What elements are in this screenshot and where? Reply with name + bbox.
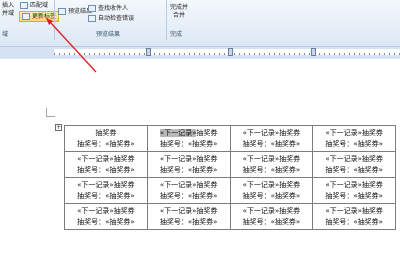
- label-title-line: «下一记录»抽奖券: [325, 180, 383, 189]
- group-label-finish: 完成: [170, 31, 183, 38]
- insert-label-line1: 插入: [1, 2, 14, 9]
- label-number-line: 抽奖号：«抽奖券»: [325, 191, 383, 200]
- label-cell[interactable]: «下一记录»抽奖券 抽奖号：«抽奖券»: [312, 151, 396, 178]
- auto-check-errors-button[interactable]: 自动检查错误: [88, 14, 134, 23]
- label-number-line: 抽奖号：«抽奖券»: [159, 217, 218, 226]
- find-recipient-icon: [88, 5, 96, 12]
- label-number-line: 抽奖号：«抽奖券»: [159, 165, 218, 174]
- label-title-line: «下一记录»抽奖券: [242, 206, 301, 215]
- selected-next-record-field[interactable]: «下一记录»: [159, 128, 197, 137]
- margin-corner-mark: [46, 108, 55, 117]
- label-number-line: 抽奖号：«抽奖券»: [77, 139, 135, 148]
- label-cell[interactable]: «下一记录»抽奖券 抽奖号：«抽奖券»: [229, 125, 314, 152]
- label-cell[interactable]: «下一记录»抽奖券 抽奖号：«抽奖券»: [229, 151, 314, 178]
- label-cell[interactable]: «下一记录»抽奖券 抽奖号：«抽奖券»: [146, 177, 231, 204]
- label-number-line: 抽奖号：«抽奖券»: [77, 165, 135, 174]
- label-cell[interactable]: 抽奖券抽奖号：«抽奖券»: [64, 125, 148, 152]
- ruler-column-marker[interactable]: [228, 48, 233, 56]
- label-title-line: «下一记录»抽奖券: [159, 206, 218, 215]
- insert-merge-field-button[interactable]: 插入 并域: [0, 2, 16, 18]
- finish-merge-line2: 合并: [172, 12, 185, 19]
- table-row: «下一记录»抽奖券 抽奖号：«抽奖券» «下一记录»抽奖券 抽奖号：«抽奖券» «下一记…: [64, 203, 396, 230]
- label-number-line: 抽奖号：«抽奖券»: [77, 191, 135, 200]
- find-recipient-button[interactable]: 查找收件人: [88, 4, 128, 13]
- match-fields-button[interactable]: 匹配域: [20, 1, 48, 10]
- label-number-line: 抽奖号：«抽奖券»: [242, 191, 301, 200]
- auto-check-errors-label: 自动检查错误: [98, 15, 135, 22]
- update-labels-button[interactable]: 更新标签: [19, 11, 60, 22]
- label-cell[interactable]: «下一记录»抽奖券 抽奖号：«抽奖券»: [64, 177, 148, 204]
- label-title-line: «下一记录»抽奖券: [325, 154, 383, 163]
- insert-label-line2: 并域: [1, 10, 14, 17]
- label-cell[interactable]: «下一记录»抽奖券 抽奖号：«抽奖券»: [146, 125, 231, 152]
- label-title-rest: 抽奖券: [196, 128, 218, 137]
- label-cell[interactable]: «下一记录»抽奖券 抽奖号：«抽奖券»: [312, 125, 396, 152]
- ruler-column-marker[interactable]: [146, 48, 151, 56]
- label-number-line: 抽奖号：«抽奖券»: [77, 217, 135, 226]
- label-title-line: «下一记录»抽奖券: [148, 128, 230, 139]
- word-window: 插入 并域 匹配域 更新标签 预览结果 查找收件人 自动检查错误 完成并 合并: [0, 0, 400, 266]
- label-title-line: «下一记录»抽奖券: [77, 154, 135, 163]
- match-fields-icon: [20, 2, 28, 9]
- label-cell[interactable]: «下一记录»抽奖券 抽奖号：«抽奖券»: [64, 203, 148, 230]
- update-labels-label: 更新标签: [32, 13, 57, 20]
- label-number-line: 抽奖号：«抽奖券»: [325, 165, 383, 174]
- label-number-line: 抽奖号：«抽奖券»: [242, 165, 301, 174]
- label-cell[interactable]: «下一记录»抽奖券 抽奖号：«抽奖券»: [312, 177, 396, 204]
- label-cell[interactable]: «下一记录»抽奖券 抽奖号：«抽奖券»: [312, 203, 396, 230]
- label-cell[interactable]: «下一记录»抽奖券 抽奖号：«抽奖券»: [146, 203, 231, 230]
- label-title-line: «下一记录»抽奖券: [77, 206, 135, 215]
- label-number-line: 抽奖号：«抽奖券»: [159, 191, 218, 200]
- preview-icon: [58, 8, 66, 15]
- ribbon: 插入 并域 匹配域 更新标签 预览结果 查找收件人 自动检查错误 完成并 合并: [0, 0, 400, 46]
- group-label-preview: 预览结果: [96, 31, 121, 38]
- label-title-line: «下一记录»抽奖券: [242, 180, 301, 189]
- label-title-line: «下一记录»抽奖券: [77, 180, 135, 189]
- label-cell[interactable]: «下一记录»抽奖券 抽奖号：«抽奖券»: [64, 151, 148, 178]
- label-number-line: 抽奖号：«抽奖券»: [242, 217, 301, 226]
- ruler-column-marker[interactable]: [311, 48, 316, 56]
- label-number-line: 抽奖号：«抽奖券»: [242, 139, 301, 148]
- label-title-line: «下一记录»抽奖券: [242, 128, 301, 137]
- label-cell[interactable]: «下一记录»抽奖券 抽奖号：«抽奖券»: [229, 203, 314, 230]
- table-row: 抽奖券 抽奖号：«抽奖券» «下一记录»抽奖券 抽奖号：«抽奖券» «下一记录»抽奖券抽…: [64, 125, 396, 152]
- label-title-line: 抽奖券: [95, 128, 117, 137]
- labels-table: 抽奖券 抽奖号：«抽奖券» «下一记录»抽奖券 抽奖号：«抽奖券» «下一记录»抽奖券抽…: [64, 125, 396, 230]
- update-labels-icon: [22, 13, 30, 20]
- match-fields-label: 匹配域: [30, 2, 49, 9]
- find-recipient-label: 查找收件人: [98, 5, 129, 12]
- check-errors-icon: [88, 15, 96, 22]
- label-cell[interactable]: «下一记录»抽奖券 抽奖号：«抽奖券»: [229, 177, 314, 204]
- table-row: «下一记录»抽奖券 抽奖号：«抽奖券» «下一记录»抽奖券 抽奖号：«抽奖券» «下一记…: [64, 177, 396, 204]
- label-title-line: «下一记录»抽奖券: [325, 206, 383, 215]
- ruler-scale[interactable]: [54, 49, 400, 55]
- label-number-line: 抽奖号：«抽奖券»: [325, 139, 383, 148]
- label-cell[interactable]: «下一记录»抽奖券 抽奖号：«抽奖券»: [146, 151, 231, 178]
- table-move-handle-icon[interactable]: +: [55, 124, 62, 131]
- preview-results-button[interactable]: 预览结果: [58, 7, 92, 16]
- group-label-fields: 域: [2, 31, 9, 38]
- table-row: «下一记录»抽奖券 抽奖号：«抽奖券» «下一记录»抽奖券 抽奖号：«抽奖券» «下一记…: [64, 151, 396, 178]
- finish-merge-button[interactable]: 完成并 合并: [168, 4, 190, 20]
- label-title-line: «下一记录»抽奖券: [242, 154, 301, 163]
- label-title-line: «下一记录»抽奖券: [325, 128, 383, 137]
- ribbon-group-labels: 域 预览结果 完成: [0, 30, 400, 40]
- label-number-line: 抽奖号：«抽奖券»: [159, 139, 218, 148]
- label-title-line: «下一记录»抽奖券: [159, 180, 218, 189]
- label-number-line: 抽奖号：«抽奖券»: [325, 217, 383, 226]
- label-title-line: «下一记录»抽奖券: [159, 154, 218, 163]
- finish-merge-line1: 完成并: [169, 4, 188, 11]
